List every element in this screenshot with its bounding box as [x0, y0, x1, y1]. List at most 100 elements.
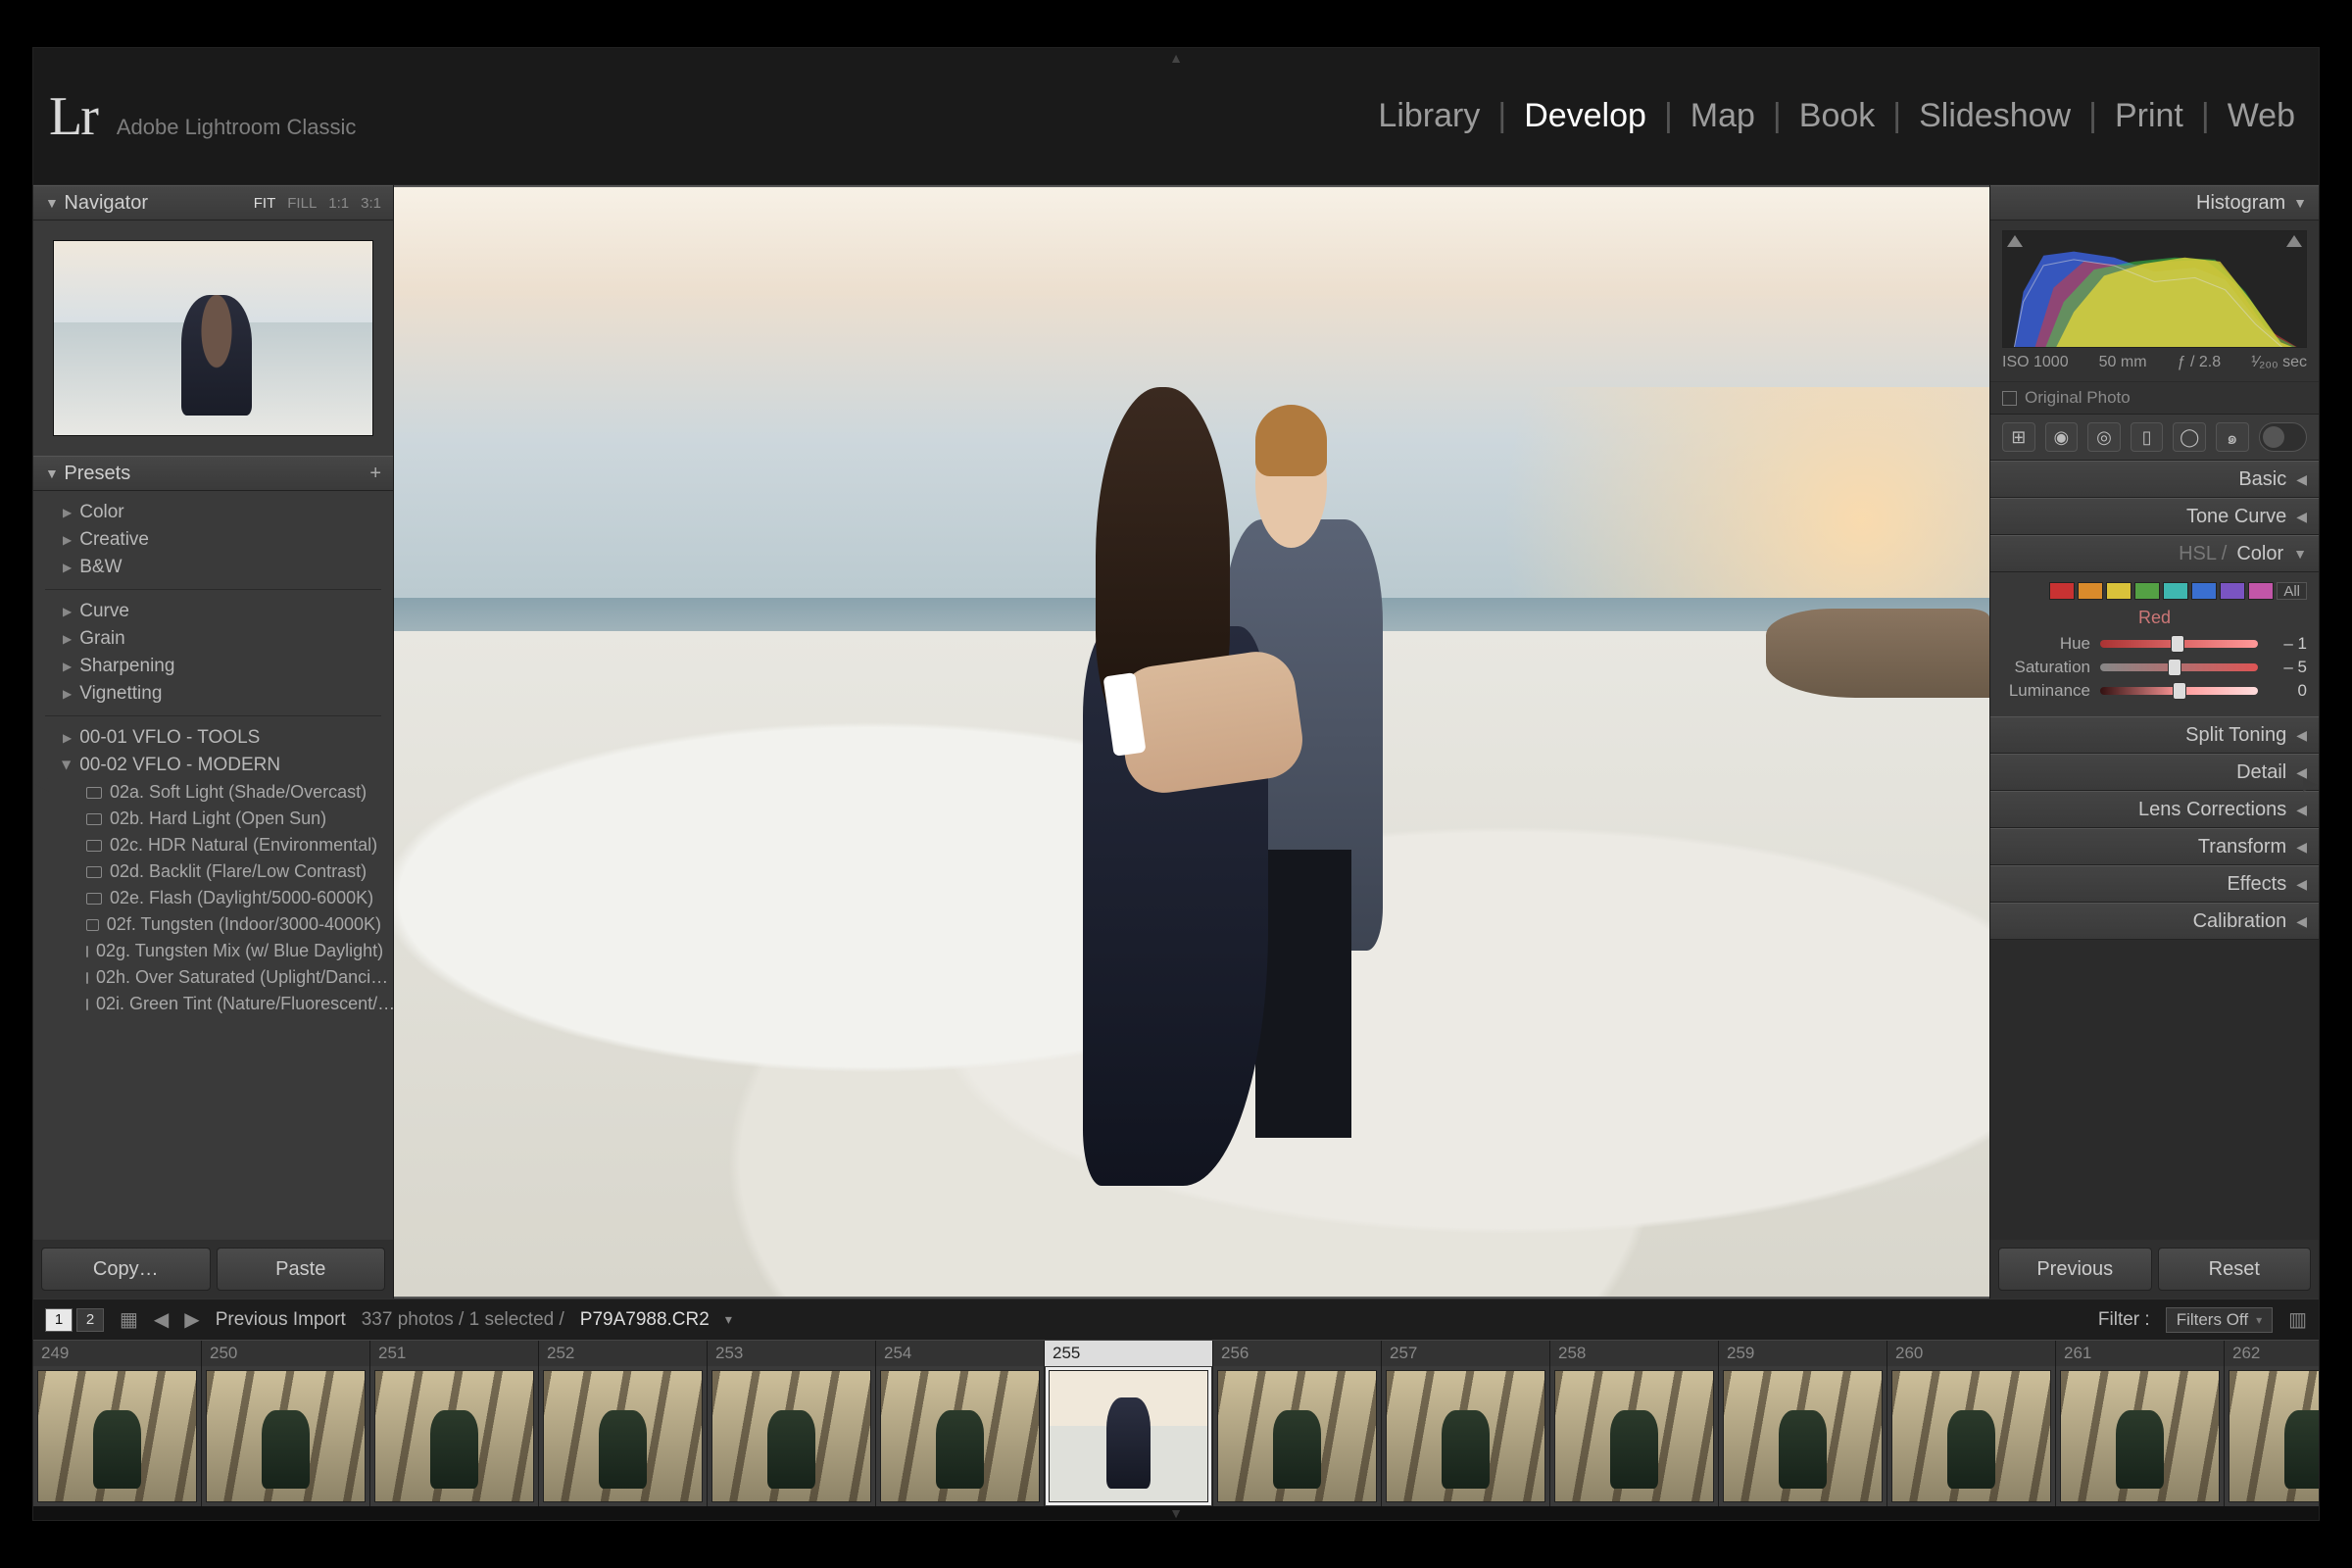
grid-view-icon[interactable]: ▦	[120, 1307, 138, 1332]
slider-value[interactable]: – 1	[2268, 634, 2307, 654]
mask-switch[interactable]	[2259, 422, 2307, 452]
zoom-3:1[interactable]: 3:1	[361, 195, 381, 212]
slider-track[interactable]	[2100, 663, 2258, 671]
preset-folder[interactable]: ▶Vignetting	[33, 680, 393, 708]
preview-image[interactable]	[394, 187, 1989, 1297]
slider-value[interactable]: – 5	[2268, 658, 2307, 677]
tonecurve-panel-header[interactable]: Tone Curve◀	[1990, 498, 2319, 535]
add-preset-icon[interactable]: +	[369, 463, 381, 485]
frame-thumbnail[interactable]	[1386, 1370, 1545, 1502]
color-swatch[interactable]	[2248, 582, 2274, 600]
panel-split-toning[interactable]: Split Toning◀	[1990, 716, 2319, 754]
color-swatch[interactable]	[2220, 582, 2245, 600]
preset-item[interactable]: 02a. Soft Light (Shade/Overcast)	[33, 779, 393, 806]
left-edge-grip-icon[interactable]: ◀	[35, 774, 49, 795]
color-swatch-all[interactable]: All	[2277, 582, 2307, 600]
frame-thumbnail[interactable]	[206, 1370, 366, 1502]
zoom-fill[interactable]: FILL	[287, 195, 317, 212]
filmstrip-frame[interactable]: 258	[1550, 1341, 1719, 1506]
presets-header[interactable]: ▼ Presets +	[33, 456, 393, 491]
preset-folder[interactable]: ▶00-02 VFLO - MODERN	[33, 752, 393, 779]
preset-folder[interactable]: ▶Creative	[33, 526, 393, 554]
preset-folder[interactable]: ▶Color	[33, 499, 393, 526]
top-grip-icon[interactable]: ▲	[1169, 50, 1183, 66]
slider-track[interactable]	[2100, 640, 2258, 648]
previous-button[interactable]: Previous	[1998, 1248, 2152, 1291]
module-web[interactable]: Web	[2228, 97, 2295, 135]
filmstrip-frame[interactable]: 251	[370, 1341, 539, 1506]
panel-calibration[interactable]: Calibration◀	[1990, 903, 2319, 940]
bottom-grip-icon[interactable]: ▼	[33, 1506, 2319, 1520]
preset-folder[interactable]: ▶Curve	[33, 598, 393, 625]
grad-tool-icon[interactable]: ▯	[2131, 422, 2164, 452]
color-swatch[interactable]	[2163, 582, 2188, 600]
preset-item[interactable]: 02h. Over Saturated (Uplight/Danci…	[33, 964, 393, 991]
frame-thumbnail[interactable]	[880, 1370, 1040, 1502]
filmstrip-frame[interactable]: 257	[1382, 1341, 1550, 1506]
frame-thumbnail[interactable]	[1891, 1370, 2051, 1502]
preset-folder[interactable]: ▶Sharpening	[33, 653, 393, 680]
panel-lens-corrections[interactable]: Lens Corrections◀	[1990, 791, 2319, 828]
preset-item[interactable]: 02f. Tungsten (Indoor/3000-4000K)	[33, 911, 393, 938]
hsl-panel-header[interactable]: HSL / Color ▼	[1990, 535, 2319, 572]
preset-item[interactable]: 02c. HDR Natural (Environmental)	[33, 832, 393, 858]
module-map[interactable]: Map	[1690, 97, 1755, 135]
preset-item[interactable]: 02i. Green Tint (Nature/Fluorescent/…	[33, 991, 393, 1017]
filmstrip[interactable]: 2492502512522532542552562572582592602612…	[33, 1340, 2319, 1506]
right-edge-grip-icon[interactable]: ▶	[2303, 774, 2317, 795]
source-label[interactable]: Previous Import	[216, 1309, 346, 1331]
module-print[interactable]: Print	[2115, 97, 2183, 135]
filename-dropdown-icon[interactable]: ▾	[725, 1311, 732, 1328]
module-book[interactable]: Book	[1799, 97, 1876, 135]
module-develop[interactable]: Develop	[1524, 97, 1646, 135]
histogram-chart[interactable]	[2002, 230, 2307, 348]
panel-effects[interactable]: Effects◀	[1990, 865, 2319, 903]
zoom-fit[interactable]: FIT	[254, 195, 276, 212]
histogram-header[interactable]: Histogram ▼	[1990, 185, 2319, 220]
reset-button[interactable]: Reset	[2158, 1248, 2312, 1291]
filmstrip-frame[interactable]: 259	[1719, 1341, 1887, 1506]
slider-thumb[interactable]	[2171, 635, 2184, 653]
color-swatch[interactable]	[2191, 582, 2217, 600]
frame-thumbnail[interactable]	[1049, 1370, 1208, 1502]
frame-thumbnail[interactable]	[1217, 1370, 1377, 1502]
frame-thumbnail[interactable]	[1554, 1370, 1714, 1502]
filmstrip-frame[interactable]: 255	[1045, 1341, 1213, 1506]
spot-tool-icon[interactable]: ◉	[2045, 422, 2079, 452]
filter-lock-icon[interactable]: ▥	[2288, 1307, 2307, 1332]
preset-folder[interactable]: ▶Grain	[33, 625, 393, 653]
radial-tool-icon[interactable]: ◯	[2173, 422, 2206, 452]
original-photo-toggle[interactable]: Original Photo	[1990, 381, 2319, 414]
filmstrip-frame[interactable]: 252	[539, 1341, 708, 1506]
color-swatch[interactable]	[2049, 582, 2075, 600]
module-slideshow[interactable]: Slideshow	[1919, 97, 2071, 135]
filmstrip-frame[interactable]: 249	[33, 1341, 202, 1506]
navigator-thumbnail[interactable]	[53, 240, 373, 436]
basic-panel-header[interactable]: Basic◀	[1990, 461, 2319, 498]
panel-detail[interactable]: Detail◀	[1990, 754, 2319, 791]
filmstrip-frame[interactable]: 261	[2056, 1341, 2225, 1506]
preset-item[interactable]: 02d. Backlit (Flare/Low Contrast)	[33, 858, 393, 885]
preset-item[interactable]: 02e. Flash (Daylight/5000-6000K)	[33, 885, 393, 911]
navigator-header[interactable]: ▼ Navigator FITFILL1:13:1	[33, 185, 393, 220]
color-swatch[interactable]	[2134, 582, 2160, 600]
frame-thumbnail[interactable]	[2060, 1370, 2220, 1502]
redeye-tool-icon[interactable]: ◎	[2087, 422, 2121, 452]
filmstrip-frame[interactable]: 260	[1887, 1341, 2056, 1506]
frame-thumbnail[interactable]	[543, 1370, 703, 1502]
paste-button[interactable]: Paste	[217, 1248, 386, 1291]
frame-thumbnail[interactable]	[37, 1370, 197, 1502]
panel-transform[interactable]: Transform◀	[1990, 828, 2319, 865]
preset-folder[interactable]: ▶B&W	[33, 554, 393, 581]
color-swatch[interactable]	[2106, 582, 2132, 600]
frame-thumbnail[interactable]	[2229, 1370, 2319, 1502]
brush-tool-icon[interactable]: ๑	[2216, 422, 2249, 452]
frame-thumbnail[interactable]	[711, 1370, 871, 1502]
slider-track[interactable]	[2100, 687, 2258, 695]
zoom-1:1[interactable]: 1:1	[328, 195, 349, 212]
slider-value[interactable]: 0	[2268, 681, 2307, 701]
crop-tool-icon[interactable]: ⊞	[2002, 422, 2035, 452]
preset-folder[interactable]: ▶00-01 VFLO - TOOLS	[33, 724, 393, 752]
module-library[interactable]: Library	[1378, 97, 1480, 135]
monitor-2-tab[interactable]: 2	[76, 1308, 104, 1332]
